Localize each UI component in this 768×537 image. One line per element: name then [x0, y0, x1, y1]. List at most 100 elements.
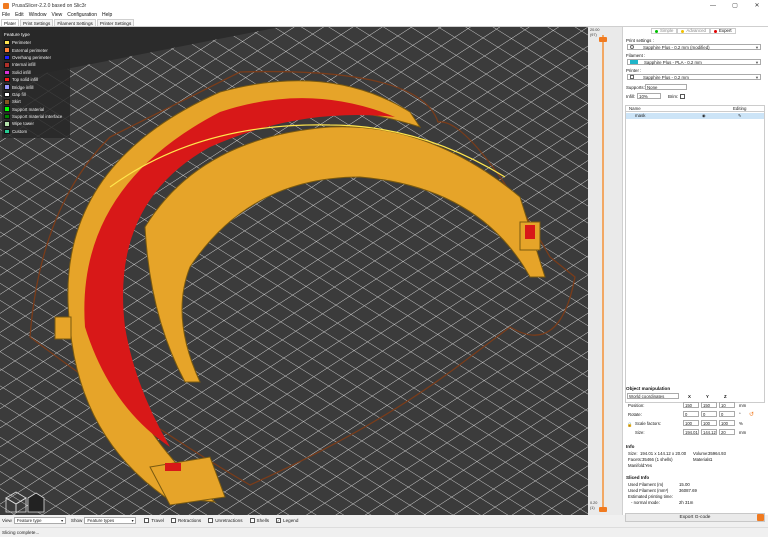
menu-configuration[interactable]: Configuration — [67, 12, 97, 18]
legend-label: Gap fill — [12, 91, 26, 97]
legend-item: Top solid infill — [4, 76, 68, 83]
export-icon[interactable] — [757, 514, 764, 521]
scale-y-input[interactable]: 100 — [701, 420, 717, 426]
position-y-input[interactable]: 150 — [701, 402, 717, 408]
tab-filament-settings[interactable]: Filament Settings — [54, 19, 96, 26]
checkbox-box[interactable] — [170, 518, 176, 523]
app-icon — [3, 2, 9, 9]
rotate-x-input[interactable]: 0 — [683, 411, 699, 417]
window-title: PrusaSlicer-2.2.0 based on Slic3r — [12, 2, 87, 9]
legend-swatch — [4, 62, 10, 68]
show-select[interactable]: Feature types ▼ — [84, 517, 137, 524]
axis-z-label: Z — [724, 394, 727, 399]
minimize-button[interactable]: — — [702, 0, 724, 11]
print-time-label: Estimated printing time: — [628, 494, 673, 499]
tab-plater[interactable]: Plater — [1, 19, 20, 26]
chevron-down-icon: ▼ — [755, 74, 759, 80]
checkbox-retractions[interactable]: Retractions — [170, 518, 201, 523]
legend-swatch — [4, 99, 10, 105]
view-cube-icon[interactable] — [4, 490, 46, 514]
reset-rotation-icon[interactable]: ↺ — [749, 411, 754, 418]
menu-view[interactable]: View — [51, 12, 62, 18]
view-label: View — [2, 518, 12, 523]
used-filament-mm3-value: 36087.69 — [679, 488, 697, 493]
mode-expert-button[interactable]: Expert — [709, 28, 736, 34]
info-size-value: 194.01 x 144.12 x 20.00 — [640, 451, 687, 456]
legend-swatch — [4, 39, 10, 46]
menu-file[interactable]: File — [2, 12, 10, 18]
size-unit: mm — [739, 430, 747, 435]
tab-printer-settings[interactable]: Printer Settings — [96, 19, 135, 26]
position-z-input[interactable]: 10 — [719, 402, 735, 408]
checkbox-unretractions[interactable]: Unretractions — [208, 518, 243, 523]
coordinate-system-combo[interactable]: World coordinates — [627, 393, 679, 399]
legend-item: Bridge infill — [4, 83, 68, 90]
legend-item: External perimeter — [4, 46, 68, 53]
eye-icon[interactable]: ◉ — [702, 113, 706, 119]
checkbox-legend[interactable]: ✓ Legend — [276, 518, 298, 523]
checkbox-box[interactable] — [249, 518, 255, 523]
legend-swatch — [4, 69, 10, 75]
legend-label: Custom — [12, 128, 28, 134]
tab-print-settings[interactable]: Print Settings — [20, 19, 54, 26]
status-text: Slicing complete... — [2, 530, 40, 535]
slider-bottom-value: 0.20 — [590, 501, 598, 505]
view-type-select[interactable]: Feature type ▼ — [13, 517, 66, 524]
maximize-button[interactable]: ▢ — [724, 0, 746, 11]
slider-track[interactable] — [602, 35, 604, 507]
mode-advanced-button[interactable]: Advanced — [677, 28, 710, 34]
print-preview-scene[interactable] — [0, 27, 588, 515]
menu-help[interactable]: Help — [102, 12, 112, 18]
title-bar: PrusaSlicer-2.2.0 based on Slic3r — ▢ ✕ — [0, 0, 768, 11]
object-list-header: Name Editing — [626, 106, 764, 112]
legend-item: Internal infill — [4, 61, 68, 68]
legend-label: Support material interface — [12, 114, 63, 120]
rotate-z-input[interactable]: 0 — [719, 411, 735, 417]
slider-top-handle[interactable] — [599, 37, 607, 42]
size-y-input[interactable]: 144.12 — [701, 429, 717, 435]
slider-bottom-handle[interactable] — [599, 507, 607, 512]
brim-checkbox[interactable] — [680, 94, 685, 99]
layer-slider[interactable]: 20.00 (97) 0.20 (1) — [588, 27, 622, 515]
position-y-value: 150 — [703, 403, 710, 408]
3d-viewport[interactable]: Feature type Perimeter External perimeter… — [0, 27, 588, 515]
tab-bar: Plater Print Settings Filament Settings … — [0, 19, 768, 27]
rotate-y-input[interactable]: 0 — [701, 411, 717, 417]
export-gcode-button[interactable]: Export G-code — [625, 513, 765, 522]
info-manifold-value: Yes — [645, 463, 653, 468]
filament-combo[interactable]: Sapphire Plus - PLA - 0.2 mm ▼ — [627, 59, 761, 65]
mode-simple-button[interactable]: Simple — [651, 28, 678, 34]
scale-z-input[interactable]: 100 — [719, 420, 735, 426]
lock-icon[interactable]: 🔒 — [627, 422, 632, 428]
checkbox-box[interactable] — [208, 518, 214, 523]
info-materials-value: 1 — [710, 457, 713, 462]
object-row[interactable]: mask ◉ ✎ — [626, 113, 764, 119]
sidebar-panel: Simple Advanced Expert Print settings : … — [622, 27, 768, 522]
print-settings-combo[interactable]: Sapphire Plus - 0.2 mm (modified) ▼ — [627, 44, 761, 50]
position-x-input[interactable]: 150 — [683, 402, 699, 408]
checkbox-shells[interactable]: Shells — [249, 518, 269, 523]
close-button[interactable]: ✕ — [746, 0, 768, 11]
edit-icon[interactable]: ✎ — [738, 113, 741, 119]
size-z-input[interactable]: 20 — [719, 429, 735, 435]
object-name: mask — [635, 113, 646, 118]
object-list[interactable]: Name Editing mask ◉ ✎ — [625, 105, 765, 403]
menu-window[interactable]: Window — [29, 12, 47, 18]
checkbox-travel[interactable]: Travel — [144, 518, 164, 523]
scale-x-input[interactable]: 100 — [683, 420, 699, 426]
filament-color-swatch[interactable] — [630, 60, 638, 64]
preview-toolbar: View Feature type ▼ Show Feature types ▼ T… — [0, 515, 622, 526]
printer-combo[interactable]: Sapphire Plus - 0.2 mm ▼ — [627, 74, 761, 80]
window-controls: — ▢ ✕ — [702, 0, 768, 11]
menu-edit[interactable]: Edit — [15, 12, 24, 18]
supports-label: Supports: — [626, 85, 645, 90]
slider-top-layer: (97) — [590, 33, 597, 37]
info-volume-label: Volume: — [693, 451, 709, 456]
checkbox-box[interactable]: ✓ — [276, 518, 282, 523]
infill-combo[interactable]: 10% — [637, 93, 661, 99]
object-manipulation-title: Object manipulation — [626, 386, 671, 391]
supports-combo[interactable]: None — [645, 84, 687, 90]
sliced-info-title: Sliced Info — [626, 475, 650, 480]
checkbox-box[interactable] — [144, 518, 150, 523]
size-x-input[interactable]: 194.01 — [683, 429, 699, 435]
